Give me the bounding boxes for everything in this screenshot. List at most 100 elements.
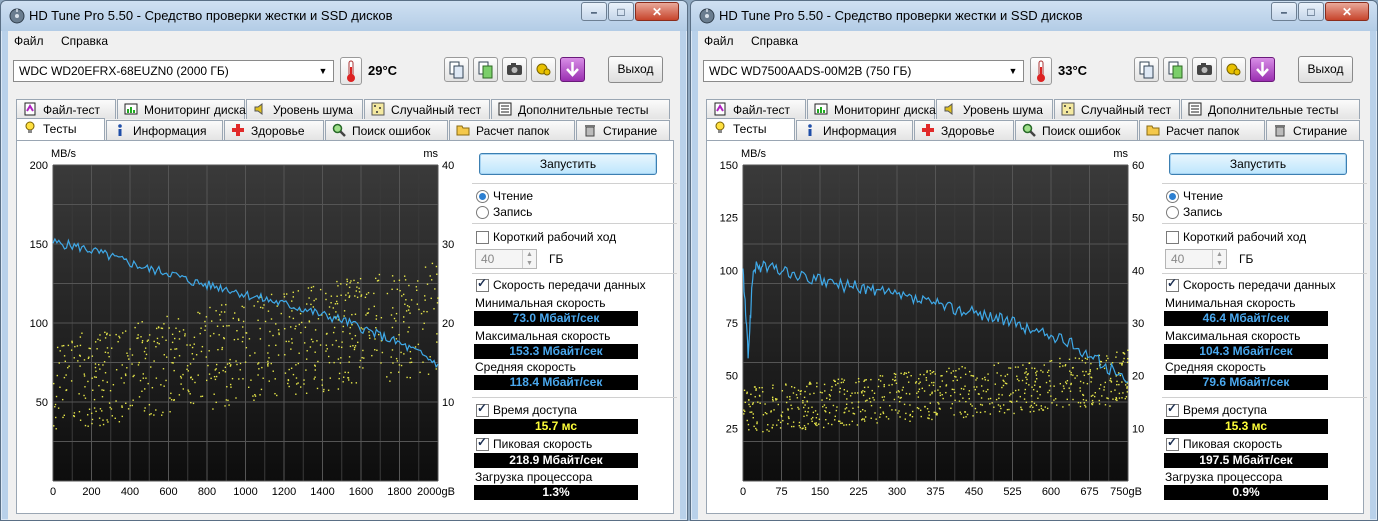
options-button[interactable] <box>531 57 556 82</box>
drive-select[interactable]: WDC WD7500AADS-00M2B (750 ГБ) ▼ <box>703 60 1024 82</box>
cpu-usage-label: Загрузка процессора <box>1165 470 1283 484</box>
access-time-point <box>288 368 290 371</box>
access-time-point <box>1089 369 1092 371</box>
menu-help[interactable]: Справка <box>61 34 108 48</box>
tab-erase[interactable]: Стирание <box>576 120 670 140</box>
burst-rate-checkbox[interactable]: Пиковая скорость <box>476 435 592 451</box>
maximize-button[interactable]: □ <box>608 2 634 21</box>
access-time-point <box>1033 367 1036 370</box>
access-time-point <box>993 364 995 366</box>
drive-select[interactable]: WDC WD20EFRX-68EUZN0 (2000 ГБ) ▼ <box>13 60 334 82</box>
access-time-point <box>129 404 131 407</box>
transfer-rate-checkbox[interactable]: Скорость передачи данных <box>1166 276 1336 292</box>
copy-screen-button[interactable] <box>1163 57 1188 82</box>
access-time-point <box>348 356 351 358</box>
read-radio[interactable]: Чтение <box>476 189 533 203</box>
access-time-point <box>122 332 124 334</box>
access-time-point <box>821 399 823 401</box>
start-button[interactable]: Запустить <box>479 153 657 175</box>
access-time-point <box>436 341 438 343</box>
tab-error-scan[interactable]: Поиск ошибок <box>1015 120 1138 140</box>
tab-error-scan[interactable]: Поиск ошибок <box>325 120 448 140</box>
access-time-point <box>1083 402 1085 404</box>
access-time-point <box>882 399 885 401</box>
spinner-arrows-icon[interactable]: ▲ ▼ <box>1212 250 1226 268</box>
start-button[interactable]: Запустить <box>1169 153 1347 175</box>
tab-benchmark[interactable]: Тесты <box>706 118 795 140</box>
menu-file[interactable]: Файл <box>704 34 734 48</box>
burst-rate-checkbox[interactable]: Пиковая скорость <box>1166 435 1282 451</box>
tab-random-access[interactable]: Случайный тест <box>364 99 490 119</box>
access-time-checkbox[interactable]: Время доступа <box>1166 401 1267 417</box>
exit-button[interactable]: Выход <box>608 56 663 83</box>
exit-button[interactable]: Выход <box>1298 56 1353 83</box>
close-button[interactable]: ✕ <box>1325 2 1369 21</box>
access-time-point <box>292 373 295 376</box>
access-time-point <box>932 370 935 373</box>
access-time-point <box>1059 383 1062 385</box>
tab-folder-usage[interactable]: Расчет папок <box>449 120 575 140</box>
short-stroke-checkbox[interactable]: Короткий рабочий ход <box>476 230 616 244</box>
maximize-button[interactable]: □ <box>1298 2 1324 21</box>
save-button[interactable] <box>1250 57 1275 82</box>
access-time-point <box>937 389 939 391</box>
copy-text-button[interactable] <box>1134 57 1159 82</box>
access-time-point <box>91 377 93 379</box>
access-time-point <box>373 305 376 308</box>
write-radio[interactable]: Запись <box>1166 205 1222 219</box>
access-time-point <box>297 382 299 384</box>
access-time-point <box>931 391 933 393</box>
short-stroke-checkbox[interactable]: Короткий рабочий ход <box>1166 230 1306 244</box>
save-button[interactable] <box>560 57 585 82</box>
access-time-point <box>354 313 357 315</box>
copy-screen-button[interactable] <box>473 57 498 82</box>
tab-noise-level[interactable]: Уровень шума <box>936 99 1053 119</box>
spinner-arrows-icon[interactable]: ▲ ▼ <box>522 250 536 268</box>
title-bar[interactable]: HD Tune Pro 5.50 - Средство проверки жес… <box>691 1 1377 31</box>
tab-random-access[interactable]: Случайный тест <box>1054 99 1180 119</box>
access-time-point <box>356 286 358 288</box>
tab-info[interactable]: Информация <box>796 120 913 140</box>
tab-file-test[interactable]: Файл-тест <box>16 99 116 119</box>
menu-help[interactable]: Справка <box>751 34 798 48</box>
tab-extra-tests[interactable]: Дополнительные тесты <box>1181 99 1360 119</box>
access-time-point <box>148 334 151 336</box>
temperature-button[interactable] <box>1030 57 1052 85</box>
tab-benchmark[interactable]: Тесты <box>16 118 105 140</box>
tab-erase[interactable]: Стирание <box>1266 120 1360 140</box>
options-button[interactable] <box>1221 57 1246 82</box>
tab-disk-monitor[interactable]: Мониторинг диска <box>807 99 936 119</box>
temperature-button[interactable] <box>340 57 362 85</box>
minimize-button[interactable]: – <box>1271 2 1297 21</box>
tab-disk-monitor[interactable]: Мониторинг диска <box>117 99 246 119</box>
access-time-point <box>926 370 928 372</box>
minimize-button[interactable]: – <box>581 2 607 21</box>
access-time-point <box>833 379 835 382</box>
access-time-point <box>365 314 367 316</box>
access-time-point <box>277 354 280 356</box>
menu-file[interactable]: Файл <box>14 34 44 48</box>
close-button[interactable]: ✕ <box>635 2 679 21</box>
copy-text-button[interactable] <box>444 57 469 82</box>
access-time-point <box>362 367 364 369</box>
transfer-rate-checkbox[interactable]: Скорость передачи данных <box>476 276 646 292</box>
tab-extra-tests[interactable]: Дополнительные тесты <box>491 99 670 119</box>
short-stroke-input[interactable]: 40 ▲ ▼ <box>1165 249 1227 269</box>
read-radio[interactable]: Чтение <box>1166 189 1223 203</box>
screenshot-button[interactable] <box>1192 57 1217 82</box>
write-radio[interactable]: Запись <box>476 205 532 219</box>
tab-health[interactable]: Здоровье <box>914 120 1014 140</box>
tab-health[interactable]: Здоровье <box>224 120 324 140</box>
tab-noise-level[interactable]: Уровень шума <box>246 99 363 119</box>
short-stroke-input[interactable]: 40 ▲ ▼ <box>475 249 537 269</box>
tab-folder-usage[interactable]: Расчет папок <box>1139 120 1265 140</box>
tab-file-test[interactable]: Файл-тест <box>706 99 806 119</box>
access-time-point <box>305 392 308 394</box>
access-time-point <box>1040 407 1043 410</box>
access-time-checkbox[interactable]: Время доступа <box>476 401 577 417</box>
title-bar[interactable]: HD Tune Pro 5.50 - Средство проверки жес… <box>1 1 687 31</box>
access-time-point <box>888 384 890 386</box>
tab-info[interactable]: Информация <box>106 120 223 140</box>
access-time-point <box>343 315 345 317</box>
screenshot-button[interactable] <box>502 57 527 82</box>
